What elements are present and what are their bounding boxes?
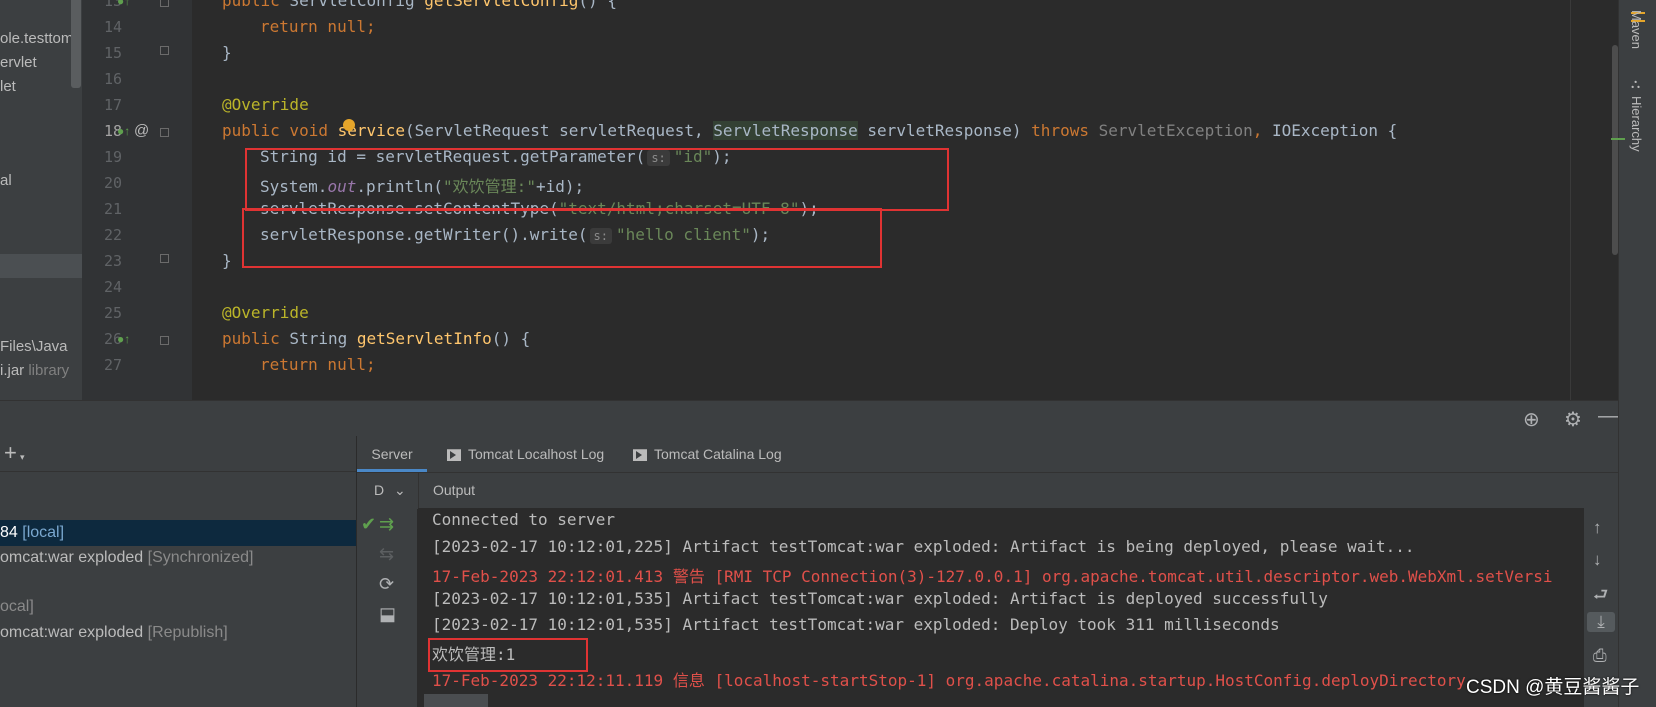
line-number: 17 <box>103 96 122 114</box>
services-tree: + ▾ 84 [local] omcat:war exploded [Synch… <box>0 436 357 707</box>
code-line-26: public String getServletInfo() { <box>222 329 531 348</box>
service-row[interactable]: omcat:war exploded [Republish] <box>0 620 356 646</box>
watermark: CSDN @黄豆酱酱子 <box>1466 677 1640 698</box>
code-line-25: @Override <box>222 303 309 322</box>
code-line-17: @Override <box>222 95 309 114</box>
editor-gutter: 13 14 15 16 17 18 19 20 21 22 23 24 25 2… <box>82 0 192 400</box>
check-icon: ✔ <box>361 514 377 534</box>
project-tree-panel: ole.testtom ervlet let al Files\Java i.j… <box>0 0 82 400</box>
project-tree-item[interactable]: ole.testtom <box>0 30 73 47</box>
line-number: 25 <box>103 304 122 322</box>
code-line-14: return null; <box>260 17 376 36</box>
line-number: 20 <box>103 174 122 192</box>
annotation-at-icon[interactable]: @ <box>134 122 149 139</box>
code-line-15: } <box>222 43 232 62</box>
scroll-up-icon[interactable]: ↑ <box>1593 518 1602 538</box>
chevron-down-icon: ▾ <box>20 452 25 462</box>
minimize-icon[interactable]: — <box>1598 405 1618 428</box>
highlight-box-request <box>245 148 949 211</box>
log-icon <box>633 449 647 462</box>
project-tree-item[interactable]: ervlet <box>0 54 37 71</box>
deployment-dropdown[interactable]: D ⌄ <box>374 482 406 499</box>
fold-marker[interactable] <box>160 336 169 345</box>
tab-server[interactable]: Server <box>357 436 427 472</box>
console-line: [2023-02-17 10:12:01,535] Artifact testT… <box>432 615 1280 634</box>
refresh-icon[interactable]: ⟳ <box>379 574 394 595</box>
library-tag: library <box>28 362 70 379</box>
line-number: 14 <box>103 18 122 36</box>
console-line: [2023-02-17 10:12:01,535] Artifact testT… <box>432 589 1328 608</box>
service-row[interactable]: ocal] <box>0 594 356 620</box>
crosshair-icon[interactable]: ⊕ <box>1523 407 1540 432</box>
tab-tomcat-localhost-log[interactable]: Tomcat Localhost Log <box>447 436 604 472</box>
fold-marker[interactable] <box>160 254 169 263</box>
implements-method-icon[interactable]: ●↑ <box>117 0 130 8</box>
output-subbar: D ⌄ Output <box>357 472 1618 509</box>
tab-tomcat-catalina-log[interactable]: Tomcat Catalina Log <box>633 436 782 472</box>
redeploy-icon[interactable]: ⇆ <box>379 544 394 565</box>
highlight-box-output <box>428 638 588 672</box>
code-editor[interactable]: public ServletConfig getServletConfig() … <box>192 0 1618 400</box>
divider <box>0 471 356 472</box>
hierarchy-icon: ⛬ <box>1631 76 1641 91</box>
services-toolbar: ⊕ ⚙ — <box>0 400 1618 437</box>
scroll-down-icon[interactable]: ↓ <box>1593 550 1602 570</box>
project-tree-item[interactable]: al <box>0 172 12 189</box>
jar-name: i.jar <box>0 362 25 379</box>
hierarchy-tool-button[interactable]: Hierarchy <box>1629 96 1644 152</box>
project-tree-item[interactable]: Files\Java <box>0 338 68 355</box>
output-console[interactable]: Connected to server [2023-02-17 10:12:01… <box>418 508 1584 707</box>
line-number: 16 <box>103 70 122 88</box>
line-number: 24 <box>103 278 122 296</box>
update-app-icon[interactable]: ⇉ <box>379 514 394 535</box>
console-line: Connected to server <box>432 510 616 529</box>
add-service-button[interactable]: + <box>4 440 17 466</box>
code-line-13: public ServletConfig getServletConfig() … <box>222 0 617 10</box>
service-row[interactable]: 84 [local] <box>0 520 356 546</box>
project-tree-item[interactable]: i.jar library <box>0 362 69 379</box>
line-number: 22 <box>103 226 122 244</box>
log-icon <box>447 449 461 462</box>
fold-marker[interactable] <box>160 0 169 7</box>
right-margin-guide <box>1570 0 1571 400</box>
line-number: 21 <box>103 200 122 218</box>
service-row[interactable]: omcat:war exploded [Synchronized] <box>0 545 356 571</box>
project-tree-selection <box>0 254 82 278</box>
fold-marker[interactable] <box>160 46 169 55</box>
implements-method-icon[interactable]: ●↑ <box>117 332 130 346</box>
project-tree-scrollbar[interactable] <box>71 0 81 88</box>
output-label: Output <box>433 482 476 498</box>
gear-icon[interactable]: ⚙ <box>1564 407 1582 432</box>
code-line-27: return null; <box>260 355 376 374</box>
line-number: 27 <box>103 356 122 374</box>
project-tree-item[interactable]: let <box>0 78 16 95</box>
chevron-down-icon: ⌄ <box>394 482 406 498</box>
highlight-box-response <box>242 208 882 268</box>
maven-tool-button[interactable]: Maven <box>1629 10 1644 49</box>
soft-wrap-icon[interactable]: ⮐ <box>1593 582 1608 611</box>
scroll-to-end-icon[interactable]: ⤓ <box>1587 612 1615 632</box>
code-line-18: public void service(ServletRequest servl… <box>222 121 1398 140</box>
scrollbar-thumb[interactable] <box>424 694 488 707</box>
console-line: 17-Feb-2023 22:12:01.413 警告 [RMI TCP Con… <box>432 567 1553 586</box>
line-number: 19 <box>103 148 122 166</box>
intention-bulb-icon[interactable] <box>343 119 355 131</box>
print-icon[interactable]: ⎙ <box>1593 646 1607 666</box>
code-line-23: } <box>222 251 232 270</box>
right-tool-strip: Maven ⛬ Hierarchy <box>1611 0 1656 707</box>
line-number: 23 <box>103 252 122 270</box>
server-tabs: Server Tomcat Localhost Log Tomcat Catal… <box>357 436 1618 472</box>
divider <box>418 473 419 509</box>
line-number: 15 <box>103 44 122 62</box>
deploy-icon[interactable]: ⬓ <box>379 604 396 625</box>
implements-method-icon[interactable]: ●↑ <box>117 124 130 138</box>
server-actions: ✔ ⇉ ⇆ ⟳ ⬓ <box>357 508 417 707</box>
editor-marker-icon <box>1611 138 1625 140</box>
console-line: [2023-02-17 10:12:01,225] Artifact testT… <box>432 537 1415 556</box>
fold-marker[interactable] <box>160 128 169 137</box>
